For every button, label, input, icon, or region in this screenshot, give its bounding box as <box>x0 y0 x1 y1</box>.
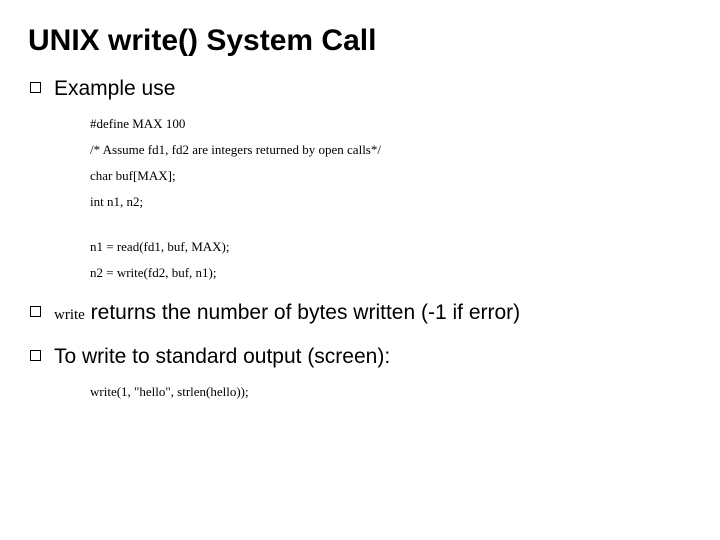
bullet-text: Example use <box>54 77 175 100</box>
bullet-text: write returns the number of bytes writte… <box>54 301 520 324</box>
code-block-2: write(1, "hello", strlen(hello)); <box>90 384 692 401</box>
inline-code-write: write <box>54 307 85 323</box>
page-title: UNIX write() System Call <box>28 24 692 58</box>
bullet-example-use: Example use #define MAX 100 /* Assume fd… <box>28 76 692 282</box>
code-line: /* Assume fd1, fd2 are integers returned… <box>90 142 692 159</box>
code-line: #define MAX 100 <box>90 116 692 133</box>
bullet-write-returns: write returns the number of bytes writte… <box>28 300 692 326</box>
code-line: n1 = read(fd1, buf, MAX); <box>90 239 692 256</box>
bullet-list: Example use #define MAX 100 /* Assume fd… <box>28 76 692 401</box>
code-line: int n1, n2; <box>90 194 692 211</box>
bullet-text: To write to standard output (screen): <box>54 345 390 368</box>
code-line: char buf[MAX]; <box>90 168 692 185</box>
bullet-text-rest: returns the number of bytes written (-1 … <box>85 301 520 324</box>
code-block-1: #define MAX 100 /* Assume fd1, fd2 are i… <box>90 116 692 281</box>
bullet-stdout: To write to standard output (screen): wr… <box>28 344 692 401</box>
code-line: n2 = write(fd2, buf, n1); <box>90 265 692 282</box>
code-gap <box>90 220 692 230</box>
slide: UNIX write() System Call Example use #de… <box>0 0 720 540</box>
code-line: write(1, "hello", strlen(hello)); <box>90 384 692 401</box>
